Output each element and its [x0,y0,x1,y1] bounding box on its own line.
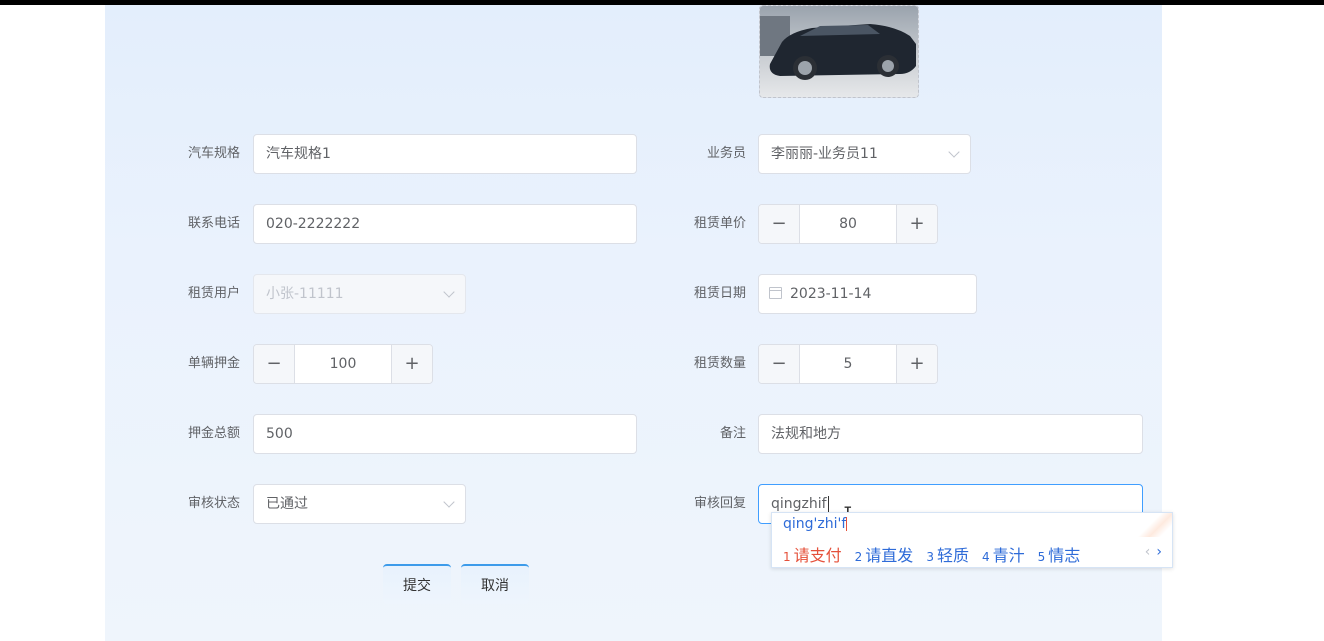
ime-candidate[interactable]: 5 情志 [1038,542,1081,566]
unit-price-label: 租赁单价 [693,216,746,231]
ime-candidate-text: 请直发 [865,546,914,565]
deposit-label: 单辆押金 [187,356,240,371]
quantity-increase-button[interactable]: + [896,345,937,383]
quantity-value[interactable]: 5 [799,345,897,383]
deposit-total-label: 押金总额 [187,426,240,441]
audit-status-value: 已通过 [266,496,308,512]
chevron-down-icon [443,496,455,508]
ime-candidate-number: 5 [1037,550,1046,564]
spec-value: 汽车规格1 [266,146,331,162]
quantity-stepper[interactable]: − 5 + [758,344,938,384]
rent-user-value: 小张-11111 [266,286,344,302]
spec-input[interactable]: 汽车规格1 [253,134,637,174]
ime-candidate-text: 请支付 [793,546,842,565]
ime-candidate-number: 1 [783,550,791,564]
ime-candidate-window: qing'zhi'f 1 请支付 2 请直发 3 轻质 4 青汁 5 情志 ‹ › [771,512,1173,568]
remark-value: 法规和地方 [771,426,841,442]
ime-candidate[interactable]: 2 请直发 [855,542,914,566]
deposit-decrease-button[interactable]: − [254,345,295,383]
rent-date-label: 租赁日期 [693,286,746,301]
quantity-label: 租赁数量 [693,356,746,371]
chevron-down-icon [948,146,960,158]
ime-composition: qing'zhi'f [783,516,848,532]
deposit-value[interactable]: 100 [294,345,392,383]
unit-price-increase-button[interactable]: + [896,205,937,243]
salesman-label: 业务员 [706,146,746,161]
cancel-button[interactable]: 取消 [461,564,529,604]
remark-input[interactable]: 法规和地方 [758,414,1143,454]
unit-price-stepper[interactable]: − 80 + [758,204,938,244]
ime-candidate[interactable]: 4 青汁 [982,542,1025,566]
text-caret [827,496,829,512]
rent-user-label: 租赁用户 [187,286,240,301]
ime-composition-text: qing'zhi'f [783,516,847,532]
quantity-decrease-button[interactable]: − [759,345,800,383]
ime-candidate-number: 2 [854,550,863,564]
ime-candidate-text: 情志 [1048,546,1081,565]
audit-status-select[interactable]: 已通过 [253,484,466,524]
ime-prev-page-icon[interactable]: ‹ [1145,544,1151,560]
phone-value: 020-2222222 [266,216,361,232]
salesman-select[interactable]: 李丽丽-业务员11 [758,134,971,174]
phone-label: 联系电话 [187,216,240,231]
deposit-total-input[interactable]: 500 [253,414,637,454]
rent-date-picker[interactable]: 2023-11-14 [758,274,977,314]
chevron-down-icon [443,286,455,298]
ime-candidate-text: 青汁 [992,546,1025,565]
deposit-total-value: 500 [266,426,293,442]
unit-price-value[interactable]: 80 [799,205,897,243]
deposit-stepper[interactable]: − 100 + [253,344,433,384]
audit-reply-label: 审核回复 [693,496,746,511]
spec-label: 汽车规格 [187,146,240,161]
car-image[interactable] [759,5,919,98]
audit-reply-value: qingzhif [771,496,827,512]
car-photo-icon [760,6,918,97]
ime-pager: ‹ › [1145,544,1162,560]
remark-label: 备注 [719,426,746,441]
ime-candidate[interactable]: 3 轻质 [926,542,969,566]
ime-candidate-text: 轻质 [936,546,969,565]
calendar-icon [769,287,782,299]
audit-status-label: 审核状态 [187,496,240,511]
phone-input[interactable]: 020-2222222 [253,204,637,244]
submit-button[interactable]: 提交 [383,564,451,604]
deposit-increase-button[interactable]: + [391,345,432,383]
ime-candidate-number: 3 [926,550,934,564]
ime-skin-decoration [1138,513,1172,537]
unit-price-decrease-button[interactable]: − [759,205,800,243]
rent-date-value: 2023-11-14 [790,286,872,302]
rent-user-select: 小张-11111 [253,274,466,314]
ime-candidate[interactable]: 1 请支付 [783,542,842,566]
salesman-value: 李丽丽-业务员11 [771,146,878,162]
ime-caret [846,517,848,531]
ime-candidate-list: 1 请支付 2 请直发 3 轻质 4 青汁 5 情志 [783,542,1093,566]
ime-candidate-number: 4 [981,550,990,564]
ime-next-page-icon[interactable]: › [1156,544,1162,560]
